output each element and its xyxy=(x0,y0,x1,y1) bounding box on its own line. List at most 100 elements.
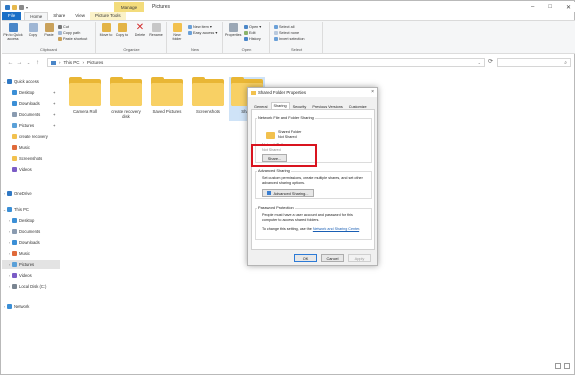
search-input[interactable]: ⌕ xyxy=(497,58,571,67)
move-to-icon xyxy=(101,23,111,32)
cancel-button[interactable]: Cancel xyxy=(321,254,344,262)
nav-pc-videos[interactable]: › Videos xyxy=(2,271,60,280)
ok-button[interactable]: OK xyxy=(294,254,317,262)
folder-label: Screenshots xyxy=(196,109,220,114)
nav-item-screenshots[interactable]: Screenshots xyxy=(2,154,60,163)
star-icon xyxy=(7,79,12,84)
address-bar[interactable]: › This PC › Pictures ⌄ xyxy=(47,58,485,67)
maximize-icon[interactable]: □ xyxy=(548,4,552,10)
select-none-button[interactable]: Select none xyxy=(274,30,299,35)
explorer-icon xyxy=(5,4,10,10)
password-change-text: To change this setting, use the Network … xyxy=(262,227,361,231)
easy-access-button[interactable]: Easy access ▾ xyxy=(188,30,217,35)
tab-view[interactable]: View xyxy=(70,12,90,20)
desktop-icon xyxy=(12,218,17,223)
address-dropdown-icon[interactable]: ⌄ xyxy=(478,60,481,65)
back-icon[interactable]: ← xyxy=(6,60,15,66)
pc-icon xyxy=(7,207,12,212)
tab-home[interactable]: Home xyxy=(24,12,49,20)
delete-button[interactable]: ✕ Delete xyxy=(133,23,147,38)
videos-icon xyxy=(12,167,17,172)
recent-locations-icon[interactable]: ⌄ xyxy=(24,60,33,65)
folder-item[interactable]: create recovery disk xyxy=(108,77,144,119)
paste-button[interactable]: Paste xyxy=(42,23,56,37)
folder-item[interactable]: Screenshots xyxy=(190,77,226,114)
tab-picture-tools[interactable]: Picture Tools xyxy=(89,12,126,20)
nav-pc-music[interactable]: › Music xyxy=(2,249,60,258)
nav-pc-desktop[interactable]: › Desktop xyxy=(2,216,60,225)
invert-selection-button[interactable]: Invert selection xyxy=(274,36,305,41)
cut-button[interactable]: Cut xyxy=(58,24,69,29)
copy-button[interactable]: Copy xyxy=(26,23,40,37)
edit-button[interactable]: Edit xyxy=(244,30,256,35)
folder-icon xyxy=(110,77,142,106)
rename-button[interactable]: Rename xyxy=(149,23,163,37)
tab-share[interactable]: Share xyxy=(48,12,70,20)
manage-context-tab[interactable]: Manage xyxy=(114,2,144,12)
nav-pc-local-disk[interactable]: › Local Disk (C:) xyxy=(2,282,60,291)
nav-pc-downloads[interactable]: › Downloads xyxy=(2,238,60,247)
nav-this-pc[interactable]: ⌄ This PC xyxy=(2,205,60,214)
tab-sharing[interactable]: Sharing xyxy=(270,102,290,109)
nav-pc-pictures[interactable]: › Pictures xyxy=(2,260,60,269)
path-segment-this-pc[interactable]: This PC xyxy=(64,60,80,65)
nav-item-videos[interactable]: Videos xyxy=(2,165,60,174)
pin-quick-access-button[interactable]: Pin to Quick access xyxy=(3,23,23,41)
select-all-button[interactable]: Select all xyxy=(274,24,294,29)
nav-network[interactable]: › Network xyxy=(2,302,60,311)
history-button[interactable]: History xyxy=(244,36,261,41)
nav-item-documents[interactable]: Documents ✦ xyxy=(2,110,60,119)
address-bar-row: ← → ⌄ ↑ › This PC › Pictures ⌄ ⟳ ⌕ xyxy=(2,55,575,70)
pin-icon: ✦ xyxy=(52,101,56,106)
easy-access-icon xyxy=(188,30,192,35)
copy-path-button[interactable]: Copy path xyxy=(58,30,80,35)
folder-icon xyxy=(12,134,17,139)
properties-button[interactable]: Properties xyxy=(225,23,241,37)
properties-icon[interactable] xyxy=(19,4,24,10)
folder-icon[interactable] xyxy=(12,4,17,10)
move-to-button[interactable]: Move to xyxy=(99,23,113,37)
dropdown-icon[interactable]: ▾ xyxy=(26,5,28,10)
open-button[interactable]: Open ▾ xyxy=(244,24,261,29)
paste-shortcut-button[interactable]: Paste shortcut xyxy=(58,36,87,41)
shared-folder-name: Shared Folder xyxy=(278,130,302,134)
folder-label: create recovery disk xyxy=(111,109,141,119)
new-item-icon xyxy=(188,24,192,29)
dropdown-icon: ▾ xyxy=(215,31,218,35)
apply-button[interactable]: Apply xyxy=(348,254,371,262)
dialog-close-icon[interactable]: × xyxy=(371,89,374,95)
nav-item-create-recovery[interactable]: create recovery xyxy=(2,132,60,141)
new-folder-button[interactable]: New folder xyxy=(170,23,184,41)
up-icon[interactable]: ↑ xyxy=(33,60,42,66)
nav-item-music[interactable]: Music xyxy=(2,143,60,152)
new-item-button[interactable]: New item ▾ xyxy=(188,24,212,29)
nav-item-pictures[interactable]: Pictures ✦ xyxy=(2,121,60,130)
minimize-icon[interactable]: – xyxy=(531,4,534,10)
documents-icon xyxy=(12,112,17,117)
refresh-icon[interactable]: ⟳ xyxy=(488,58,493,65)
dialog-title-bar: Shared Folder Properties xyxy=(248,88,377,97)
nav-item-downloads[interactable]: Downloads ✦ xyxy=(2,99,60,108)
path-separator: › xyxy=(59,60,61,65)
folder-item[interactable]: Saved Pictures xyxy=(149,77,185,114)
copy-to-button[interactable]: Copy to xyxy=(115,23,129,37)
desktop-icon xyxy=(12,90,17,95)
close-icon[interactable]: ✕ xyxy=(566,4,571,11)
pictures-icon xyxy=(12,123,17,128)
network-sharing-center-link[interactable]: Network and Sharing Center xyxy=(313,227,359,231)
path-segment-pictures[interactable]: Pictures xyxy=(87,60,103,65)
advanced-sharing-button[interactable]: Advanced Sharing... xyxy=(262,189,314,197)
nav-item-desktop[interactable]: Desktop ✦ xyxy=(2,88,60,97)
large-icons-view-icon[interactable] xyxy=(564,363,570,369)
rename-icon xyxy=(151,23,161,32)
details-view-icon[interactable] xyxy=(555,363,561,369)
folder-icon xyxy=(192,77,224,106)
forward-icon[interactable]: → xyxy=(15,60,24,66)
nav-pc-documents[interactable]: › Documents xyxy=(2,227,60,236)
new-folder-icon xyxy=(172,23,182,32)
nav-onedrive[interactable]: › OneDrive xyxy=(2,189,60,198)
folder-item[interactable]: Camera Roll xyxy=(67,77,103,114)
nav-quick-access[interactable]: ⌄ Quick access xyxy=(2,77,60,86)
history-icon xyxy=(244,36,248,41)
tab-file[interactable]: File xyxy=(2,12,22,20)
